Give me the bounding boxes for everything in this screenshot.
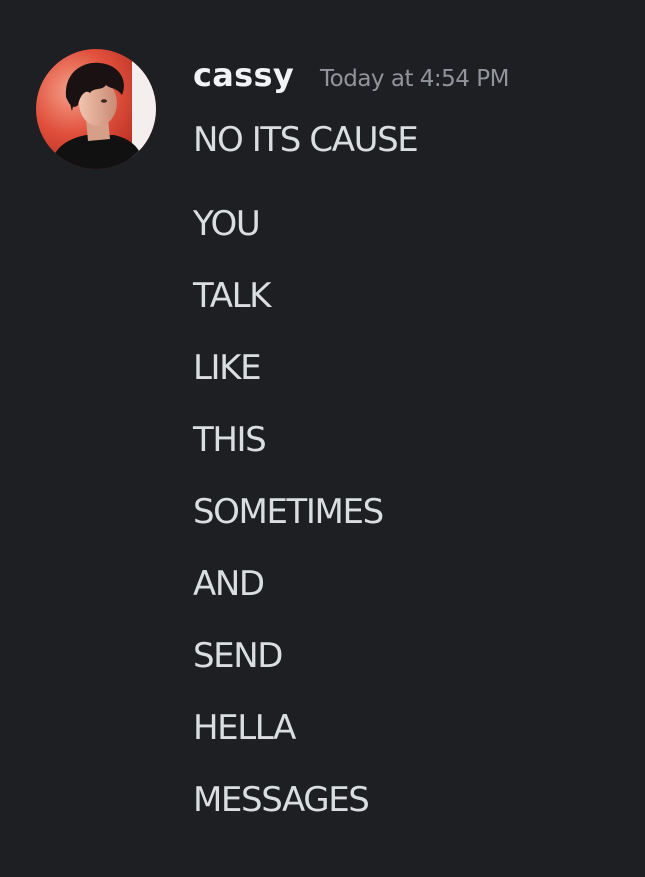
avatar-photo-icon [36,49,156,169]
message-line: HELLA [193,708,296,748]
message-line: TALK [193,276,271,316]
author-username[interactable]: cassy [193,56,294,94]
message-line: NO ITS CAUSE [193,120,419,160]
message-line: AND [193,564,265,604]
message-timestamp[interactable]: Today at 4:54 PM [320,66,509,92]
message-line: LIKE [193,348,262,388]
message-line: MESSAGES [193,780,370,820]
user-avatar[interactable] [36,49,156,169]
message-group: cassy Today at 4:54 PM NO ITS CAUSE YOU … [0,0,645,877]
message-line: YOU [193,204,261,244]
message-line: THIS [193,420,267,460]
message-line: SOMETIMES [193,492,384,532]
message-header: cassy Today at 4:54 PM [193,56,509,100]
message-line: SEND [193,636,283,676]
